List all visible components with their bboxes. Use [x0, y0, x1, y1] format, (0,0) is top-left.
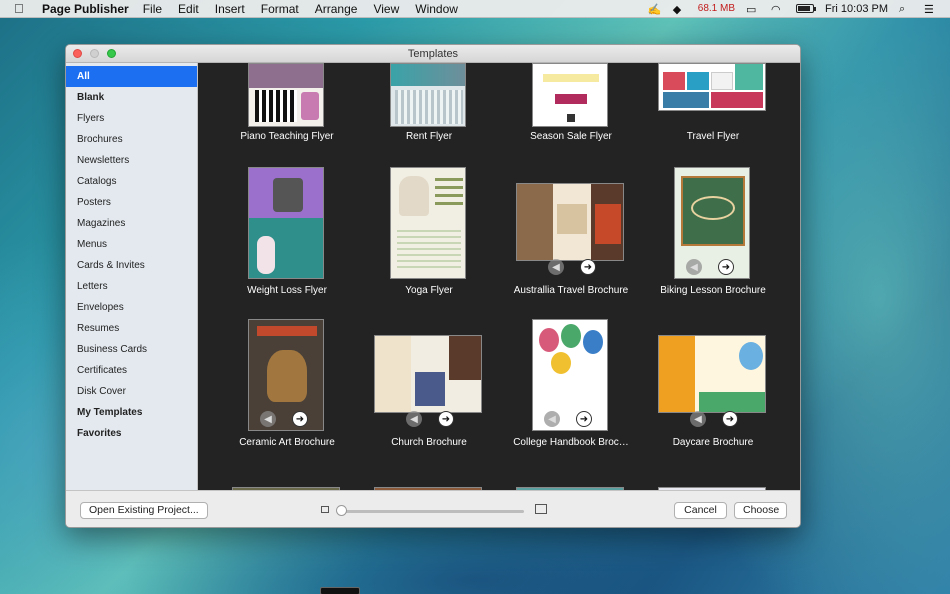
sidebar-item-envelopes[interactable]: Envelopes — [66, 297, 197, 318]
template-label: Ceramic Art Brochure — [239, 437, 335, 448]
previous-page-arrow-icon[interactable]: ◀ — [690, 411, 706, 427]
choose-button[interactable]: Choose — [734, 502, 787, 519]
sidebar-item-letters[interactable]: Letters — [66, 276, 197, 297]
sidebar-item-my-templates[interactable]: My Templates — [66, 402, 197, 423]
template-thumbnail[interactable] — [248, 167, 324, 279]
template-thumbnail[interactable] — [374, 335, 482, 413]
menu-view[interactable]: View — [373, 2, 399, 16]
sidebar-item-all[interactable]: All — [66, 66, 197, 87]
template-thumbnail[interactable] — [390, 63, 466, 127]
template-label: Season Sale Flyer — [530, 131, 612, 142]
sidebar-item-favorites[interactable]: Favorites — [66, 423, 197, 444]
dock-item[interactable] — [320, 587, 360, 594]
title-bar[interactable]: Templates — [66, 45, 800, 63]
sidebar-item-business-cards[interactable]: Business Cards — [66, 339, 197, 360]
previous-page-arrow-icon[interactable]: ◀ — [406, 411, 422, 427]
previous-page-arrow-icon[interactable]: ◀ — [544, 411, 560, 427]
template-thumbnail[interactable] — [248, 63, 324, 127]
template-label: Rent Flyer — [405, 131, 453, 142]
memory-monitor-icon[interactable]: ◆ — [673, 3, 687, 16]
window-footer: Open Existing Project... Cancel Choose — [66, 490, 800, 527]
wifi-icon[interactable]: ◠ — [771, 3, 785, 16]
template-label: Australlia Travel Brochure — [513, 285, 629, 296]
menu-insert[interactable]: Insert — [215, 2, 245, 16]
sidebar-item-resumes[interactable]: Resumes — [66, 318, 197, 339]
signature-icon[interactable]: ✍ — [648, 3, 662, 16]
open-existing-project-button[interactable]: Open Existing Project... — [80, 502, 208, 519]
sidebar-item-posters[interactable]: Posters — [66, 192, 197, 213]
minimize-button[interactable] — [90, 49, 99, 58]
template-label: Travel Flyer — [686, 131, 740, 142]
menu-window[interactable]: Window — [415, 2, 458, 16]
menu-file[interactable]: File — [143, 2, 162, 16]
category-sidebar: All Blank Flyers Brochures Newsletters Catalo… — [66, 63, 198, 490]
menu-edit[interactable]: Edit — [178, 2, 199, 16]
sidebar-item-blank[interactable]: Blank — [66, 87, 197, 108]
sidebar-item-menus[interactable]: Menus — [66, 234, 197, 255]
sidebar-item-magazines[interactable]: Magazines — [66, 213, 197, 234]
menu-bar:  Page Publisher File Edit Insert Format… — [0, 0, 950, 18]
next-page-arrow-icon[interactable]: ➜ — [438, 411, 454, 427]
close-button[interactable] — [73, 49, 82, 58]
menu-format[interactable]: Format — [261, 2, 299, 16]
template-label: Piano Teaching Flyer — [240, 131, 334, 142]
template-thumbnail[interactable] — [532, 63, 608, 127]
sidebar-item-newsletters[interactable]: Newsletters — [66, 150, 197, 171]
memory-usage[interactable]: 68.1 MB — [698, 3, 735, 14]
sidebar-item-certificates[interactable]: Certificates — [66, 360, 197, 381]
app-menu[interactable]: Page Publisher — [42, 2, 129, 16]
cancel-button[interactable]: Cancel — [674, 502, 727, 519]
zoom-out-icon[interactable] — [321, 506, 329, 513]
sidebar-item-flyers[interactable]: Flyers — [66, 108, 197, 129]
zoom-in-icon[interactable] — [535, 504, 547, 514]
previous-page-arrow-icon[interactable]: ◀ — [260, 411, 276, 427]
sidebar-item-cards-invites[interactable]: Cards & Invites — [66, 255, 197, 276]
template-label: College Handbook Broc… — [513, 437, 629, 448]
previous-page-arrow-icon[interactable]: ◀ — [686, 259, 702, 275]
template-thumbnail[interactable] — [390, 167, 466, 279]
template-thumbnail[interactable] — [658, 335, 766, 413]
next-page-arrow-icon[interactable]: ➜ — [576, 411, 592, 427]
template-label: Church Brochure — [391, 437, 467, 448]
template-label: Biking Lesson Brochure — [660, 285, 766, 296]
template-grid[interactable]: Piano Teaching Flyer Rent Flyer Season S… — [198, 63, 800, 490]
template-label: Yoga Flyer — [405, 285, 453, 296]
template-thumbnail[interactable] — [658, 63, 766, 111]
battery-icon[interactable] — [796, 4, 817, 13]
window-title: Templates — [407, 48, 459, 60]
next-page-arrow-icon[interactable]: ➜ — [580, 259, 596, 275]
apple-menu-icon[interactable]:  — [14, 1, 30, 16]
menu-clock[interactable]: Fri 10:03 PM — [825, 3, 888, 15]
template-label: Daycare Brochure — [672, 437, 754, 448]
sidebar-item-catalogs[interactable]: Catalogs — [66, 171, 197, 192]
previous-page-arrow-icon[interactable]: ◀ — [548, 259, 564, 275]
templates-window: Templates All Blank Flyers Brochures Newslet… — [65, 44, 801, 528]
airplay-icon[interactable]: ▭ — [746, 3, 760, 16]
sidebar-item-brochures[interactable]: Brochures — [66, 129, 197, 150]
spotlight-search-icon[interactable]: ⌕ — [899, 3, 913, 15]
thumbnail-size-slider[interactable] — [341, 510, 524, 513]
notification-center-icon[interactable]: ☰ — [924, 3, 938, 16]
menu-arrange[interactable]: Arrange — [315, 2, 358, 16]
thumbnail-size-slider-knob[interactable] — [336, 505, 347, 516]
template-label: Weight Loss Flyer — [247, 285, 327, 296]
next-page-arrow-icon[interactable]: ➜ — [722, 411, 738, 427]
template-thumbnail[interactable] — [516, 183, 624, 261]
next-page-arrow-icon[interactable]: ➜ — [718, 259, 734, 275]
sidebar-item-disk-cover[interactable]: Disk Cover — [66, 381, 197, 402]
next-page-arrow-icon[interactable]: ➜ — [292, 411, 308, 427]
zoom-button[interactable] — [107, 49, 116, 58]
